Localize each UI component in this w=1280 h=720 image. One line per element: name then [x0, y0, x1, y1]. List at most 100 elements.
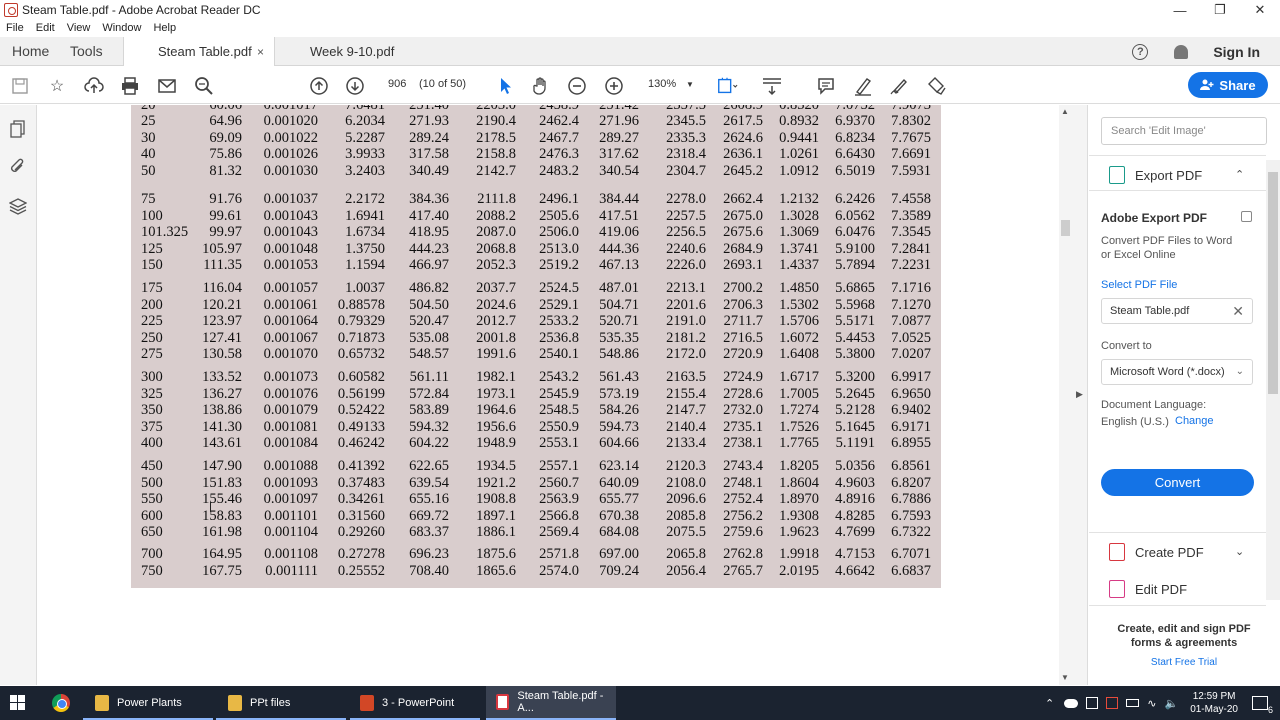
selected-file-field[interactable]: Steam Table.pdf ✕	[1101, 298, 1253, 324]
search-icon[interactable]	[193, 75, 215, 97]
table-cell: 708.40	[409, 562, 449, 579]
clock[interactable]: 12:59 PM 01-May-20	[1190, 690, 1238, 716]
table-row: 30 69.09 0.001022 5.2287 289.24 2178.5 2467.7 2…	[131, 130, 941, 146]
table-cell: 7.2231	[891, 257, 931, 274]
table-cell: 0.29260	[337, 524, 385, 541]
table-cell: 2213.1	[666, 280, 706, 296]
scroll-mode-icon[interactable]	[761, 75, 783, 97]
hand-tool-icon[interactable]	[530, 75, 552, 97]
table-cell: 504.50	[409, 296, 449, 313]
create-pdf-tool[interactable]: Create PDF	[1109, 543, 1204, 561]
save-icon[interactable]	[9, 75, 31, 97]
table-cell: 6.2034	[345, 113, 385, 129]
table-cell: 6.8955	[891, 435, 931, 452]
collapse-right-panel-icon[interactable]: ▶	[1076, 389, 1083, 400]
page-fit-icon[interactable]	[716, 75, 738, 97]
menu-window[interactable]: Window	[102, 22, 141, 34]
taskbar-item-powerpoint[interactable]: 3 - PowerPoint	[350, 686, 480, 720]
share-button[interactable]: Share	[1188, 72, 1268, 98]
taskbar-item-power-plants[interactable]: Power Plants	[83, 686, 213, 720]
table-cell: 6.9370	[835, 113, 875, 129]
layers-icon[interactable]	[9, 197, 27, 215]
comment-icon[interactable]	[815, 75, 837, 97]
table-cell: 0.79329	[337, 313, 385, 330]
tools-search-input[interactable]: Search 'Edit Image'	[1101, 117, 1267, 145]
windows-start-icon[interactable]	[10, 695, 26, 711]
notification-bell-icon[interactable]	[1174, 44, 1189, 59]
action-center-icon[interactable]: 6	[1252, 696, 1273, 715]
tab-steam-table[interactable]: Steam Table.pdf ×	[123, 37, 275, 66]
copy-icon[interactable]	[1241, 211, 1252, 222]
document-viewport[interactable]: 20 60.06 0.001017 7.6481 251.40 2203.0 2458.9 2…	[38, 105, 1072, 685]
zoom-dropdown-chevron-icon[interactable]: ▼	[686, 80, 694, 89]
export-pdf-header[interactable]: Export PDF	[1109, 166, 1202, 184]
page-number-input[interactable]: 906	[388, 78, 406, 90]
table-row: 75 91.76 0.001037 2.2172 384.36 2111.8 2496.1 3…	[131, 191, 941, 207]
email-icon[interactable]	[156, 75, 178, 97]
select-cursor-icon[interactable]	[494, 75, 516, 97]
wifi-icon[interactable]: ∿	[1147, 697, 1156, 710]
start-free-trial-link[interactable]: Start Free Trial	[1101, 657, 1267, 668]
battery-icon[interactable]	[1126, 699, 1140, 707]
taskbar-item-ppt-files[interactable]: PPt files	[216, 686, 346, 720]
help-icon[interactable]: ?	[1132, 43, 1149, 60]
table-row: 375 141.30 0.001081 0.49133 594.32 1956.6 2550…	[131, 419, 941, 435]
menu-file[interactable]: File	[6, 22, 24, 34]
collapse-chevron-icon[interactable]: ⌃	[1235, 168, 1244, 181]
menu-edit[interactable]: Edit	[36, 22, 55, 34]
attachments-icon[interactable]	[9, 157, 27, 175]
table-cell: 7.4558	[891, 191, 931, 207]
scrollbar-thumb[interactable]	[1061, 220, 1070, 236]
taskbar-item-acrobat[interactable]: Steam Table.pdf - A...	[486, 686, 616, 720]
chrome-icon[interactable]	[52, 694, 70, 712]
print-icon[interactable]	[119, 75, 141, 97]
onedrive-cloud-icon[interactable]	[1064, 698, 1079, 708]
previous-page-icon[interactable]	[308, 75, 330, 97]
next-page-icon[interactable]	[344, 75, 366, 97]
share-label: Share	[1219, 77, 1256, 93]
scroll-up-arrow-icon[interactable]: ▲	[1061, 107, 1069, 116]
menu-view[interactable]: View	[67, 22, 91, 34]
volume-icon[interactable]: 🔈	[1164, 697, 1178, 710]
table-cell: 4.7153	[835, 546, 875, 562]
bookmark-star-icon[interactable]: ☆	[46, 75, 68, 97]
convert-to-select[interactable]: Microsoft Word (*.docx) ⌄	[1101, 359, 1253, 385]
convert-button[interactable]: Convert	[1101, 469, 1254, 496]
close-window-button[interactable]: ✕	[1240, 0, 1280, 20]
table-cell: 275	[141, 346, 163, 363]
minimize-button[interactable]: —	[1160, 0, 1200, 20]
tools-pane-scrollbar[interactable]	[1266, 160, 1280, 600]
fill-sign-icon[interactable]	[925, 75, 947, 97]
screen-icon[interactable]	[1086, 697, 1099, 709]
document-scrollbar[interactable]: ▲ ▼	[1059, 105, 1072, 685]
highlight-pen-icon[interactable]	[852, 75, 874, 97]
table-cell: 2545.9	[539, 385, 579, 402]
sign-icon[interactable]	[888, 75, 910, 97]
maximize-button[interactable]: ❐	[1200, 0, 1240, 20]
zoom-out-icon[interactable]	[566, 75, 588, 97]
expand-chevron-icon[interactable]: ⌄	[1235, 545, 1244, 558]
home-tab[interactable]: Home	[12, 43, 49, 59]
show-hidden-icons-icon[interactable]: ⌃	[1045, 697, 1054, 710]
zoom-level-select[interactable]: 130%	[648, 78, 676, 90]
tab-week-9-10[interactable]: Week 9-10.pdf	[276, 37, 426, 66]
security-alert-icon[interactable]	[1106, 697, 1119, 709]
cloud-upload-icon[interactable]	[83, 75, 105, 97]
table-cell: 2257.5	[666, 207, 706, 224]
tools-tab[interactable]: Tools	[70, 43, 103, 59]
sign-in-button[interactable]: Sign In	[1213, 44, 1260, 60]
page-thumbnails-icon[interactable]	[9, 120, 27, 138]
remove-file-icon[interactable]: ✕	[1232, 303, 1244, 320]
table-cell: 271.96	[599, 113, 639, 129]
table-cell: 384.44	[599, 191, 639, 207]
change-language-link[interactable]: Change	[1175, 415, 1214, 427]
dropdown-chevron-icon[interactable]: ⌄	[1236, 366, 1244, 377]
tab-bar: Home Tools Steam Table.pdf × Week 9-10.p…	[0, 37, 1280, 66]
edit-pdf-tool[interactable]: Edit PDF	[1109, 580, 1187, 598]
table-cell: 1875.6	[476, 546, 516, 562]
menu-help[interactable]: Help	[153, 22, 176, 34]
scroll-down-arrow-icon[interactable]: ▼	[1061, 673, 1069, 682]
tools-pane-scroll-thumb[interactable]	[1268, 172, 1278, 394]
zoom-in-icon[interactable]	[603, 75, 625, 97]
tab-close-icon[interactable]: ×	[257, 45, 264, 59]
